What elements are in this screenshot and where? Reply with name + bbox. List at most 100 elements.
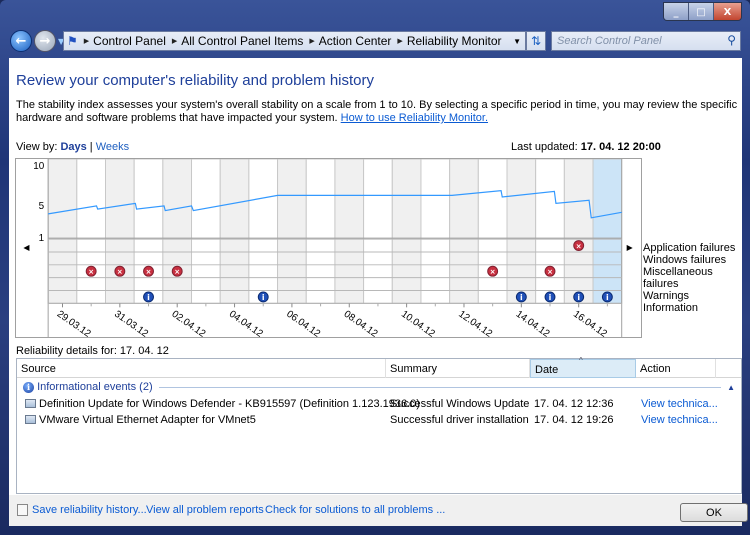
breadcrumb-action-center[interactable]: ▶ Action Center xyxy=(309,34,391,48)
column-summary[interactable]: Summary xyxy=(386,359,530,378)
x-tick-label: 04.04.12 xyxy=(227,309,265,338)
table-row[interactable]: Definition Update for Windows Defender -… xyxy=(17,396,741,412)
day-column[interactable] xyxy=(277,159,307,304)
breadcrumb-control-panel[interactable]: ▶ Control Panel xyxy=(84,34,166,48)
scroll-right-arrow[interactable]: ▶ xyxy=(627,243,634,252)
legend-warnings: Warnings xyxy=(643,290,690,302)
save-history-label: Save reliability history... xyxy=(32,504,147,516)
x-tick-label: 06.04.12 xyxy=(284,309,322,338)
save-document-icon xyxy=(17,504,28,516)
y-tick-label: 10 xyxy=(33,161,44,172)
column-action[interactable]: Action xyxy=(636,359,716,378)
view-weeks-link[interactable]: Weeks xyxy=(96,141,129,153)
refresh-icon: ⇅ xyxy=(530,34,542,48)
day-column[interactable] xyxy=(76,159,106,304)
information-glyph: i xyxy=(262,293,265,302)
view-separator: | xyxy=(89,141,93,153)
cell-source: VMware Virtual Ethernet Adapter for VMne… xyxy=(25,414,256,426)
day-column[interactable] xyxy=(420,159,451,304)
view-technical-details-link[interactable]: View technica... xyxy=(641,398,718,410)
column-date[interactable]: Date ^ xyxy=(530,356,636,378)
chart-legend: Application failures Windows failures Mi… xyxy=(643,242,750,314)
save-history-link[interactable]: Save reliability history... xyxy=(17,504,147,516)
day-column[interactable] xyxy=(248,159,279,304)
day-column[interactable] xyxy=(363,159,393,304)
column-source[interactable]: Source xyxy=(17,359,386,378)
cell-source: Definition Update for Windows Defender -… xyxy=(25,398,420,410)
crumb-label: Action Center xyxy=(318,34,392,48)
collapse-chevron-icon[interactable]: ▲ xyxy=(727,383,735,392)
search-input[interactable]: Search Control Panel ⚲ xyxy=(551,31,741,51)
scroll-left-arrow[interactable]: ◀ xyxy=(23,243,30,252)
information-glyph: i xyxy=(520,293,523,302)
day-column[interactable] xyxy=(162,159,193,304)
day-column[interactable] xyxy=(191,159,221,304)
group-informational-events[interactable]: i Informational events (2) ▲ xyxy=(23,380,735,394)
information-glyph: i xyxy=(147,293,150,302)
error-glyph: × xyxy=(174,268,180,276)
crumb-label: Control Panel xyxy=(93,34,166,48)
driver-icon xyxy=(25,415,36,424)
y-tick-label: 5 xyxy=(39,201,45,212)
table-row[interactable]: VMware Virtual Ethernet Adapter for VMne… xyxy=(17,412,741,428)
breadcrumb-reliability-monitor[interactable]: ▶ Reliability Monitor xyxy=(397,34,501,48)
view-all-problem-reports-link[interactable]: View all problem reports xyxy=(146,504,264,516)
day-column[interactable] xyxy=(133,159,164,304)
view-by-label: View by: xyxy=(16,141,58,153)
view-technical-details-link[interactable]: View technica... xyxy=(641,414,718,426)
update-icon xyxy=(25,399,36,408)
address-bar[interactable]: ⚑ ▶ Control Panel ▶ All Control Panel Item… xyxy=(63,31,526,51)
x-tick-label: 14.04.12 xyxy=(514,309,552,338)
column-date-label: Date xyxy=(535,364,559,376)
close-button[interactable]: X xyxy=(714,3,741,20)
cell-date: 17. 04. 12 12:36 xyxy=(534,398,614,410)
day-column[interactable] xyxy=(219,159,250,304)
view-by: View by: Days | Weeks xyxy=(16,141,129,153)
information-glyph: i xyxy=(549,293,552,302)
error-glyph: × xyxy=(117,268,123,276)
search-placeholder: Search Control Panel xyxy=(557,35,662,47)
last-updated-label: Last updated: xyxy=(511,141,578,153)
navigation-buttons: ← → ▼ xyxy=(10,30,64,52)
day-column[interactable] xyxy=(592,159,623,304)
day-column[interactable] xyxy=(47,159,78,304)
crumb-label: Reliability Monitor xyxy=(406,34,502,48)
ok-button[interactable]: OK xyxy=(680,503,748,522)
day-column[interactable] xyxy=(334,159,365,304)
day-column[interactable] xyxy=(391,159,422,304)
day-column[interactable] xyxy=(535,159,565,304)
minimize-button[interactable]: _ xyxy=(664,3,689,20)
sort-ascending-icon: ^ xyxy=(579,356,583,365)
info-icon: i xyxy=(23,381,34,393)
crumb-label: All Control Panel Items xyxy=(181,34,304,48)
error-glyph: × xyxy=(576,242,582,250)
error-glyph: × xyxy=(547,268,553,276)
action-center-flag-icon: ⚑ xyxy=(67,34,78,48)
check-for-solutions-link[interactable]: Check for solutions to all problems ... xyxy=(265,504,445,516)
table-header: Source Summary Date ^ Action xyxy=(17,356,741,378)
y-tick-label: 1 xyxy=(39,233,45,244)
reliability-chart[interactable]: 10 5 1 ◀ ▶ × × × × × × × i i i i i i 29.03.12 31.03.12 02.04… xyxy=(15,158,642,338)
day-column[interactable] xyxy=(305,159,336,304)
forward-button[interactable]: → xyxy=(34,30,56,52)
refresh-button[interactable]: ⇅ xyxy=(526,31,546,51)
day-column[interactable] xyxy=(105,159,135,304)
x-tick-label: 02.04.12 xyxy=(170,309,208,338)
x-tick-label: 12.04.12 xyxy=(456,309,494,338)
help-link[interactable]: How to use Reliability Monitor. xyxy=(341,112,488,124)
day-column[interactable] xyxy=(563,159,594,304)
footer-bar: Save reliability history... View all pro… xyxy=(9,495,742,526)
back-button[interactable]: ← xyxy=(10,30,32,52)
x-tick-label: 16.04.12 xyxy=(571,309,609,338)
search-icon[interactable]: ⚲ xyxy=(727,33,736,47)
maximize-button[interactable]: □ xyxy=(689,3,714,20)
day-column[interactable] xyxy=(477,159,508,304)
x-tick-label: 31.03.12 xyxy=(112,309,150,338)
breadcrumb-all-items[interactable]: ▶ All Control Panel Items xyxy=(172,34,303,48)
day-column[interactable] xyxy=(506,159,537,304)
day-column[interactable] xyxy=(449,159,479,304)
group-divider xyxy=(158,386,722,388)
view-days-link[interactable]: Days xyxy=(60,141,86,153)
address-dropdown-icon[interactable]: ▼ xyxy=(513,37,521,46)
x-tick-label: 08.04.12 xyxy=(342,309,380,338)
